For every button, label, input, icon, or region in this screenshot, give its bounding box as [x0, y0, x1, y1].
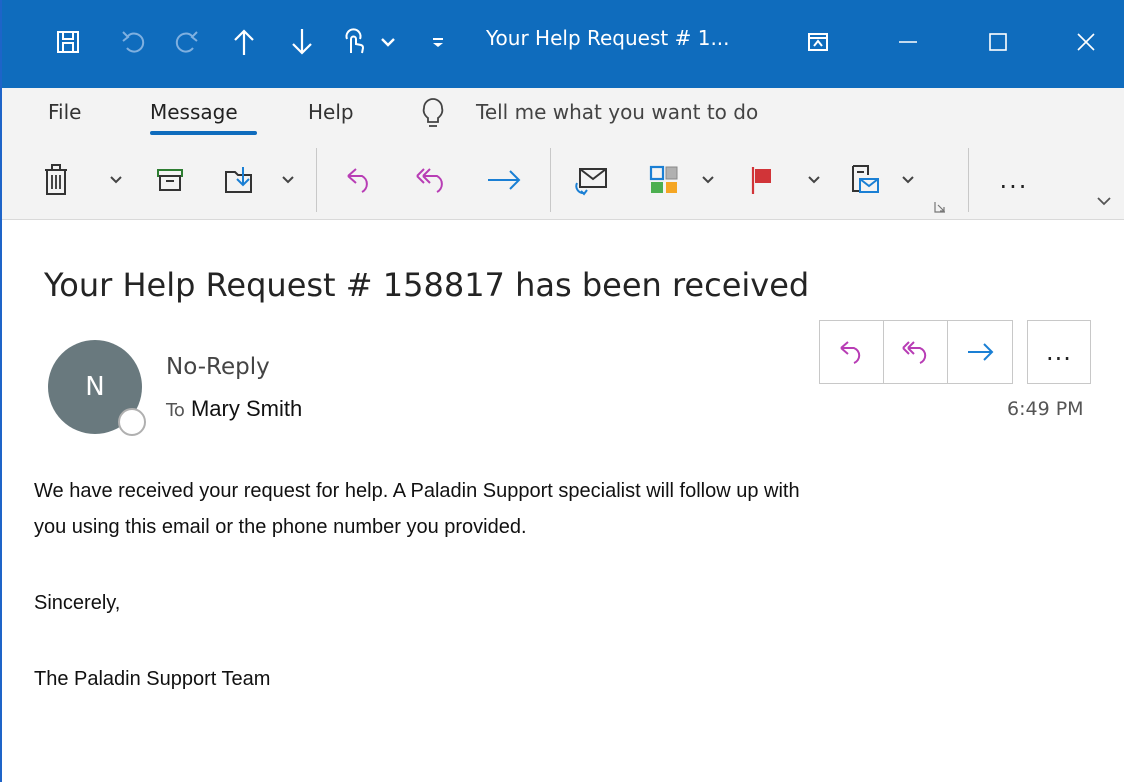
ribbon-toolbar: ...	[2, 144, 1124, 220]
categorize-dropdown-chevron-icon[interactable]	[696, 158, 720, 202]
send-to-onenote-icon[interactable]	[844, 158, 884, 202]
customize-toolbar-icon[interactable]	[418, 22, 458, 62]
presence-indicator	[118, 408, 146, 436]
redo-icon[interactable]	[166, 22, 206, 62]
chevron-down-icon[interactable]	[368, 22, 408, 62]
ribbon-separator	[968, 148, 969, 212]
collapse-ribbon-chevron-icon[interactable]	[1096, 192, 1112, 211]
save-icon[interactable]	[48, 22, 88, 62]
reply-all-icon[interactable]	[410, 158, 454, 202]
tab-file[interactable]: File	[48, 100, 81, 124]
ribbon-separator	[550, 148, 551, 212]
message-actions	[819, 320, 1013, 384]
window-title: Your Help Request # 1...	[486, 26, 730, 50]
recipient-row: To Mary Smith	[166, 396, 302, 422]
outlook-message-window: Your Help Request # 1... File Message He…	[0, 0, 1124, 782]
delete-dropdown-chevron-icon[interactable]	[104, 158, 128, 202]
email-subject: Your Help Request # 158817 has been rece…	[44, 266, 810, 304]
move-icon[interactable]	[220, 158, 260, 202]
body-closing: Sincerely,	[34, 592, 121, 614]
dialog-launcher-icon[interactable]	[934, 198, 946, 217]
body-signature: The Paladin Support Team	[34, 668, 271, 690]
received-time: 6:49 PM	[1007, 398, 1084, 420]
ribbon-separator	[316, 148, 317, 212]
mark-unread-icon[interactable]	[570, 158, 614, 202]
ribbon-more-button[interactable]: ...	[986, 158, 1042, 202]
ribbon-display-options-icon[interactable]	[798, 22, 838, 62]
forward-button[interactable]	[948, 321, 1012, 383]
more-actions-button[interactable]: ...	[1027, 320, 1091, 384]
reply-icon[interactable]	[340, 158, 380, 202]
flag-dropdown-chevron-icon[interactable]	[802, 158, 826, 202]
archive-icon[interactable]	[152, 158, 188, 202]
menu-bar: File Message Help Tell me what you want …	[2, 88, 1124, 144]
avatar-initial: N	[85, 372, 105, 402]
recipient-name[interactable]: Mary Smith	[191, 396, 302, 421]
tab-message[interactable]: Message	[150, 100, 238, 124]
close-icon[interactable]	[1066, 22, 1106, 62]
tab-help[interactable]: Help	[308, 100, 354, 124]
body-paragraph-line: you using this email or the phone number…	[34, 516, 527, 538]
categorize-icon[interactable]	[644, 158, 684, 202]
body-paragraph-line: We have received your request for help. …	[34, 480, 800, 502]
onenote-dropdown-chevron-icon[interactable]	[896, 158, 920, 202]
flag-icon[interactable]	[744, 158, 780, 202]
to-label: To	[166, 400, 185, 421]
undo-icon[interactable]	[114, 22, 154, 62]
tell-me-search[interactable]: Tell me what you want to do	[476, 100, 758, 124]
reply-button[interactable]	[820, 321, 884, 383]
maximize-icon[interactable]	[978, 22, 1018, 62]
sender-name[interactable]: No-Reply	[166, 354, 270, 380]
move-dropdown-chevron-icon[interactable]	[276, 158, 300, 202]
active-tab-indicator	[150, 131, 257, 135]
previous-item-icon[interactable]	[224, 22, 264, 62]
minimize-icon[interactable]	[888, 22, 928, 62]
title-bar: Your Help Request # 1...	[2, 0, 1124, 88]
delete-icon[interactable]	[38, 158, 74, 202]
next-item-icon[interactable]	[282, 22, 322, 62]
reply-all-button[interactable]	[884, 321, 948, 383]
forward-icon[interactable]	[482, 158, 526, 202]
lightbulb-icon[interactable]	[420, 98, 446, 134]
